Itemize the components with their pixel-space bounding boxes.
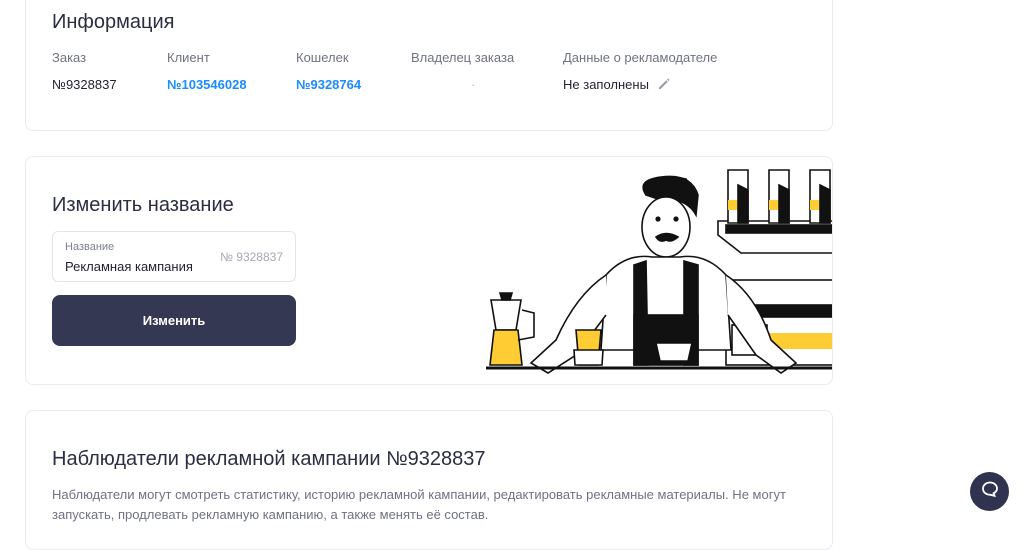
owner-label: Владелец заказа [411,50,515,65]
order-label: Заказ [52,50,87,65]
info-order: Заказ №9328837 [52,50,117,92]
owner-value: · [471,77,476,92]
advertiser-value-row: Не заполнены [563,77,717,94]
campaign-name-field[interactable]: Название Рекламная кампания № 9328837 [52,231,296,282]
watchers-card: Наблюдатели рекламной кампании №9328837 … [25,410,833,550]
chat-button[interactable] [970,472,1009,511]
advertiser-value: Не заполнены [563,77,649,92]
wallet-label: Кошелек [296,50,349,65]
barista-illustration [456,165,832,384]
order-value: №9328837 [52,77,117,92]
rename-card: Изменить название Название Рекламная кам… [25,156,833,385]
rename-title: Изменить название [52,194,234,216]
campaign-name-label: Название [65,241,115,253]
client-label: Клиент [167,50,210,65]
client-link[interactable]: №103546028 [167,77,247,92]
advertiser-label: Данные о рекламодателе [563,50,718,65]
wallet-link[interactable]: №9328764 [296,77,361,92]
info-title: Информация [52,11,175,33]
campaign-name-value: Рекламная кампания [65,259,193,274]
info-client: Клиент №103546028 [167,50,247,92]
info-advertiser: Данные о рекламодателе Не заполнены [563,50,717,94]
info-owner: Владелец заказа · [411,50,514,92]
campaign-name-placeholder: № 9328837 [220,250,283,264]
pencil-icon[interactable] [657,77,671,94]
chat-icon [981,480,999,503]
watchers-description: Наблюдатели могут смотреть статистику, и… [52,487,786,522]
watchers-title: Наблюдатели рекламной кампании №9328837 [52,448,486,470]
info-wallet: Кошелек №9328764 [296,50,361,92]
rename-button[interactable]: Изменить [52,295,296,346]
info-card: Информация Заказ №9328837 Клиент №103546… [25,0,833,131]
